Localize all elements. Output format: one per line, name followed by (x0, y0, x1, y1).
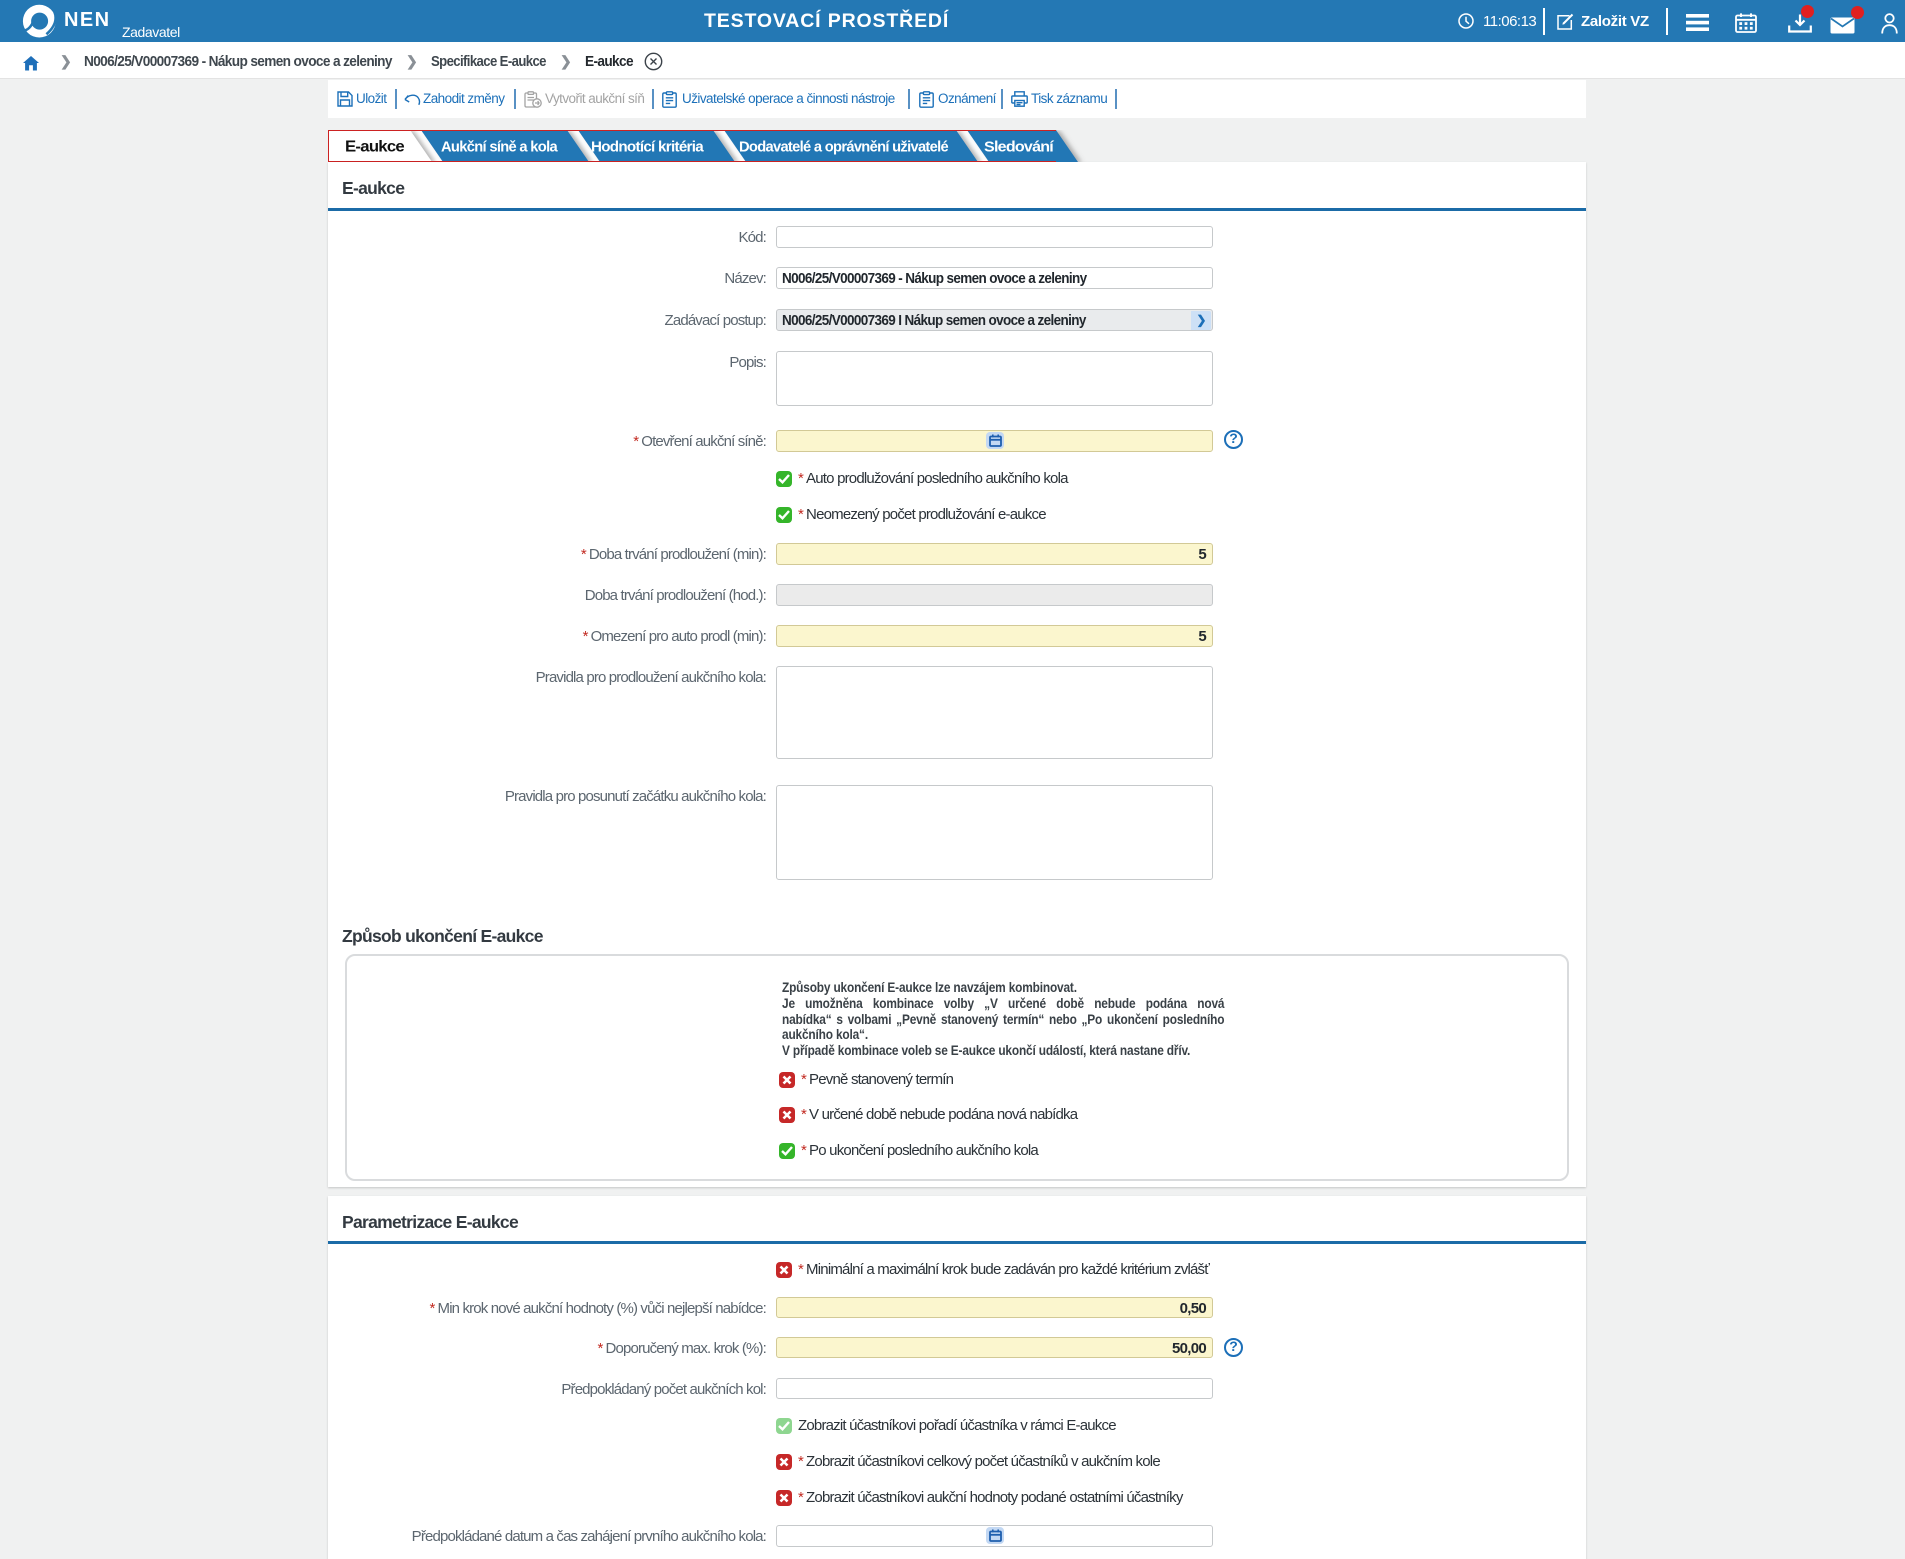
svg-text:Aukční síně a kola: Aukční síně a kola (441, 139, 558, 156)
svg-text:Hodnotící kritéria: Hodnotící kritéria (591, 139, 704, 156)
svg-text:Dodavatelé a oprávnění uživate: Dodavatelé a oprávnění uživatelé (739, 139, 948, 156)
svg-text:E-aukce: E-aukce (345, 139, 405, 156)
svg-text:Sledování: Sledování (984, 139, 1055, 156)
